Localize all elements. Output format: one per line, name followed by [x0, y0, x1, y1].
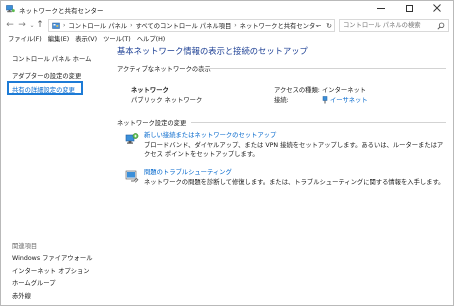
sidebar-link-adapter-settings[interactable]: アダプターの設定の変更	[12, 71, 81, 80]
breadcrumb-network-center[interactable]: ネットワークと共有センター	[240, 21, 322, 30]
control-panel-icon	[52, 22, 60, 29]
sidebar-link-home[interactable]: コントロール パネル ホーム	[12, 54, 91, 63]
connection-link[interactable]: イーサネット	[322, 95, 368, 104]
new-connection-icon	[125, 133, 139, 144]
address-bar[interactable]: › コントロール パネル › すべてのコントロール パネル項目 › ネットワーク…	[48, 19, 335, 32]
minimize-button[interactable]	[367, 1, 395, 15]
close-icon	[433, 4, 441, 12]
network-type: パブリック ネットワーク	[131, 97, 203, 104]
troubleshoot-description: ネットワークの問題を診断して修復します。または、トラブルシューティングに関する情…	[144, 179, 445, 186]
search-input[interactable]	[343, 20, 433, 31]
menu-help[interactable]: ヘルプ(H)	[134, 35, 169, 45]
page-title: 基本ネットワーク情報の表示と接続のセットアップ	[117, 46, 308, 56]
network-center-icon	[6, 5, 15, 13]
address-toolbar: ← → ⌄ ↑ › コントロール パネル › すべてのコントロール パネル項目 …	[1, 18, 453, 34]
divider	[191, 68, 446, 69]
menu-tools[interactable]: ツール(T)	[100, 35, 134, 45]
access-type-label: アクセスの種類:	[274, 87, 320, 94]
related-link-homegroup[interactable]: ホームグループ	[12, 278, 56, 287]
main-content: 基本ネットワーク情報の表示と接続のセットアップ アクティブなネットワークの表示 …	[111, 46, 453, 305]
window-title: ネットワークと共有センター	[19, 7, 104, 15]
breadcrumb-all-items[interactable]: すべてのコントロール パネル項目	[136, 21, 232, 30]
menu-view[interactable]: 表示(V)	[72, 35, 100, 45]
up-button[interactable]: ↑	[35, 20, 45, 31]
related-link-infrared[interactable]: 赤外線	[12, 291, 31, 300]
chevron-right-icon: ›	[63, 22, 66, 29]
menu-bar: ファイル(F) 編集(E) 表示(V) ツール(T) ヘルプ(H)	[1, 35, 453, 45]
related-link-firewall[interactable]: Windows ファイアウォール	[12, 253, 93, 262]
forward-button[interactable]: →	[17, 20, 27, 31]
back-button[interactable]: ←	[5, 20, 15, 31]
window: ネットワークと共有センター ← → ⌄ ↑ › コントロール パネル › すべて…	[0, 0, 454, 306]
close-button[interactable]	[423, 1, 451, 15]
related-link-internet-options[interactable]: インターネット オプション	[12, 266, 90, 275]
ethernet-icon	[322, 95, 328, 103]
search-icon	[437, 22, 445, 30]
refresh-button[interactable]: ↻	[326, 22, 332, 30]
breadcrumb-control-panel[interactable]: コントロール パネル	[68, 21, 127, 30]
sidebar-link-advanced-sharing[interactable]: 共有の詳細設定の変更	[12, 85, 75, 94]
menu-edit[interactable]: 編集(E)	[45, 35, 73, 45]
address-dropdown-button[interactable]: ⌄	[315, 22, 320, 29]
maximize-button[interactable]	[395, 1, 423, 15]
chevron-right-icon: ›	[234, 22, 237, 29]
access-type-value: インターネット	[322, 87, 367, 94]
troubleshoot-link[interactable]: 問題のトラブルシューティング	[144, 167, 232, 176]
new-connection-description: ブロードバンド、ダイヤルアップ、または VPN 接続をセットアップします。あるい…	[144, 142, 444, 158]
change-settings-label: ネットワーク設定の変更	[117, 120, 187, 127]
troubleshoot-icon	[125, 170, 139, 183]
network-name: ネットワーク	[131, 87, 169, 94]
related-title: 関連項目	[12, 243, 38, 250]
title-bar: ネットワークと共有センター	[1, 1, 453, 17]
sidebar: コントロール パネル ホーム アダプターの設定の変更 共有の詳細設定の変更 関連…	[1, 47, 111, 305]
search-box[interactable]	[339, 19, 449, 32]
menu-file[interactable]: ファイル(F)	[5, 35, 45, 45]
new-connection-link[interactable]: 新しい接続またはネットワークのセットアップ	[144, 130, 276, 139]
divider	[191, 122, 446, 123]
connection-label: 接続:	[274, 97, 289, 104]
connection-value[interactable]: イーサネット	[330, 95, 368, 104]
chevron-right-icon: ›	[130, 22, 133, 29]
